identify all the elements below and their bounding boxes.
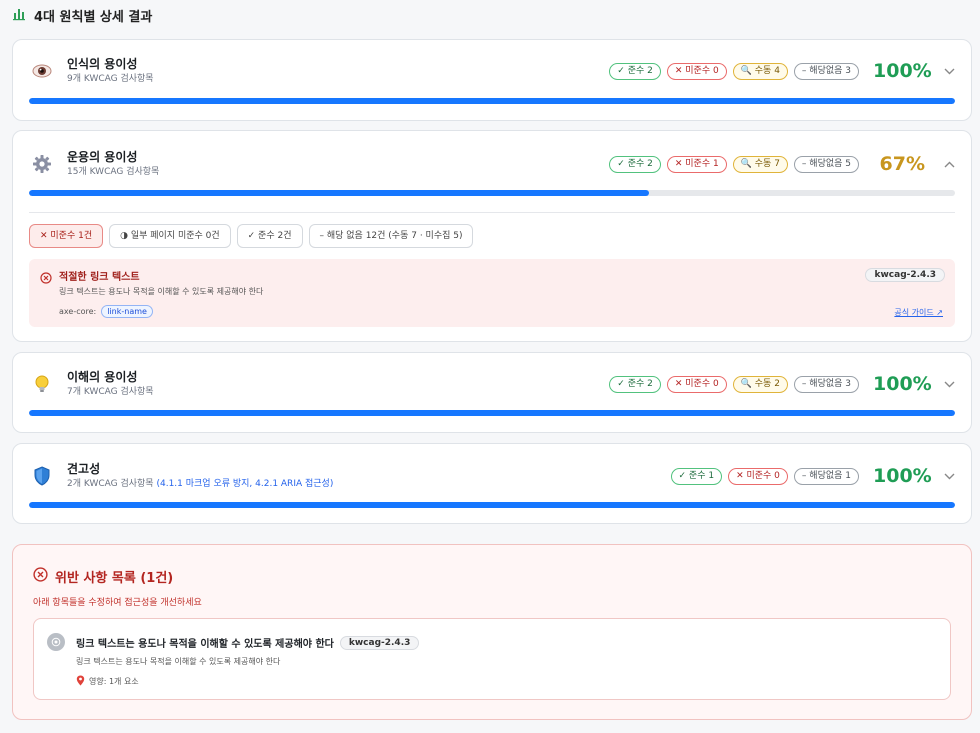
- eye-icon: [31, 60, 53, 82]
- principle-score: 67%: [879, 153, 925, 175]
- error-circle-icon: [40, 269, 52, 288]
- violation-item-description: 링크 텍스트는 용도나 목적을 이해할 수 있도록 제공해야 한다: [76, 657, 281, 666]
- progress-bar: [29, 410, 955, 416]
- error-circle-icon: [33, 567, 48, 586]
- principle-subtitle: 9개 KWCAG 검사항목: [67, 74, 154, 84]
- kwcag-tag: kwcag-2.4.3: [339, 635, 420, 650]
- shield-icon: [31, 465, 53, 487]
- fail-badge: ✕ 미준수 1: [666, 155, 727, 173]
- axe-core-info: axe-core: link-name: [59, 305, 153, 318]
- principle-card-robust: 견고성 2개 KWCAG 검사항목 (4.1.1 마크업 오류 방지, 4.2.…: [12, 443, 972, 524]
- summary-subtitle: 아래 항목들을 수정하여 접근성을 개선하세요: [33, 598, 202, 608]
- guide-link[interactable]: 공식 가이드 ↗: [894, 307, 943, 318]
- progress-bar: [29, 502, 955, 508]
- target-icon: [47, 633, 65, 651]
- principle-card-operable: 운용의 용이성 15개 KWCAG 검사항목 ✓ 준수 2 ✕ 미준수 1 🔍 …: [12, 130, 972, 342]
- section-title: 4대 원칙별 상세 결과: [34, 10, 153, 25]
- principle-name: 견고성: [67, 462, 101, 476]
- axe-label: axe-core:: [59, 307, 97, 316]
- progress-fill: [29, 410, 955, 416]
- filter-pass[interactable]: ✓ 준수 2건: [236, 224, 303, 248]
- bar-chart-icon: [12, 6, 26, 25]
- pass-badge: ✓ 준수 1: [670, 467, 723, 485]
- principle-header[interactable]: 이해의 용이성 7개 KWCAG 검사항목 ✓ 준수 2 ✕ 미준수 0 🔍 수…: [31, 366, 955, 402]
- lightbulb-icon: [31, 373, 53, 395]
- gear-icon: [31, 153, 53, 175]
- progress-fill: [29, 502, 955, 508]
- progress-fill: [29, 190, 650, 196]
- violation-title: 적절한 링크 텍스트: [59, 272, 140, 283]
- chevron-down-icon[interactable]: [943, 470, 955, 482]
- principle-score: 100%: [873, 60, 932, 82]
- na-badge: – 해당없음 5: [793, 155, 859, 173]
- violation-summary: 위반 사항 목록 (1건) 아래 항목들을 수정하여 접근성을 개선하세요 링크…: [12, 544, 972, 720]
- violation-list-item[interactable]: 링크 텍스트는 용도나 목적을 이해할 수 있도록 제공해야 한다 kwcag-…: [33, 618, 951, 700]
- section-header: 4대 원칙별 상세 결과: [12, 6, 152, 25]
- manual-badge: 🔍 수동 7: [732, 155, 788, 173]
- kwcag-tag: kwcag-2.4.3: [865, 268, 945, 282]
- fail-badge: ✕ 미준수 0: [666, 62, 727, 80]
- manual-badge: 🔍 수동 2: [732, 375, 788, 393]
- principle-header[interactable]: 운용의 용이성 15개 KWCAG 검사항목 ✓ 준수 2 ✕ 미준수 1 🔍 …: [31, 146, 955, 182]
- fail-badge: ✕ 미준수 0: [728, 467, 788, 485]
- principle-name: 인식의 용이성: [67, 57, 138, 71]
- principle-subtitle: 15개 KWCAG 검사항목: [67, 167, 160, 177]
- violation-detail: 적절한 링크 텍스트 링크 텍스트는 용도나 목적을 이해할 수 있도록 제공해…: [29, 259, 955, 327]
- chevron-down-icon[interactable]: [943, 378, 955, 390]
- filter-na[interactable]: – 해당 없음 12건 (수동 7 · 미수집 5): [308, 224, 474, 248]
- na-badge: – 해당없음 3: [793, 62, 859, 80]
- progress-bar: [29, 98, 955, 104]
- na-badge: – 해당없음 1: [793, 467, 859, 485]
- chevron-down-icon[interactable]: [943, 65, 955, 77]
- divider: [29, 212, 955, 213]
- manual-badge: 🔍 수동 4: [732, 62, 788, 80]
- principle-name: 운용의 용이성: [67, 150, 138, 164]
- principle-subtitle: 2개 KWCAG 검사항목 (4.1.1 마크업 오류 방지, 4.2.1 AR…: [67, 479, 334, 489]
- progress-bar: [29, 190, 955, 196]
- pass-badge: ✓ 준수 2: [609, 62, 661, 80]
- violation-description: 링크 텍스트는 용도나 목적을 이해할 수 있도록 제공해야 한다: [59, 287, 264, 296]
- status-filter-group: ✕ 미준수 1건 ◑ 일부 페이지 미준수 0건 ✓ 준수 2건 – 해당 없음…: [29, 224, 474, 248]
- principle-card-understandable: 이해의 용이성 7개 KWCAG 검사항목 ✓ 준수 2 ✕ 미준수 0 🔍 수…: [12, 352, 972, 433]
- principle-name: 이해의 용이성: [67, 370, 138, 384]
- filter-fail[interactable]: ✕ 미준수 1건: [29, 224, 104, 248]
- principle-header[interactable]: 인식의 용이성 9개 KWCAG 검사항목 ✓ 준수 2 ✕ 미준수 0 🔍 수…: [31, 53, 955, 89]
- violation-item-title: 링크 텍스트는 용도나 목적을 이해할 수 있도록 제공해야 한다 kwcag-…: [76, 635, 420, 650]
- pin-icon: [76, 675, 85, 688]
- na-badge: – 해당없음 3: [793, 375, 859, 393]
- axe-rule-tag: link-name: [101, 305, 153, 318]
- fail-badge: ✕ 미준수 0: [666, 375, 727, 393]
- pass-badge: ✓ 준수 2: [609, 155, 661, 173]
- filter-partial[interactable]: ◑ 일부 페이지 미준수 0건: [109, 224, 231, 248]
- chevron-up-icon[interactable]: [943, 158, 955, 170]
- principle-score: 100%: [873, 465, 932, 487]
- principle-score: 100%: [873, 373, 932, 395]
- principle-card-perceivable: 인식의 용이성 9개 KWCAG 검사항목 ✓ 준수 2 ✕ 미준수 0 🔍 수…: [12, 39, 972, 121]
- pass-badge: ✓ 준수 2: [609, 375, 661, 393]
- principle-subtitle: 7개 KWCAG 검사항목: [67, 387, 154, 397]
- progress-fill: [29, 98, 955, 104]
- violation-impact: 영향: 1개 요소: [76, 675, 139, 688]
- summary-title: 위반 사항 목록 (1건): [55, 571, 174, 586]
- principle-header[interactable]: 견고성 2개 KWCAG 검사항목 (4.1.1 마크업 오류 방지, 4.2.…: [31, 458, 955, 494]
